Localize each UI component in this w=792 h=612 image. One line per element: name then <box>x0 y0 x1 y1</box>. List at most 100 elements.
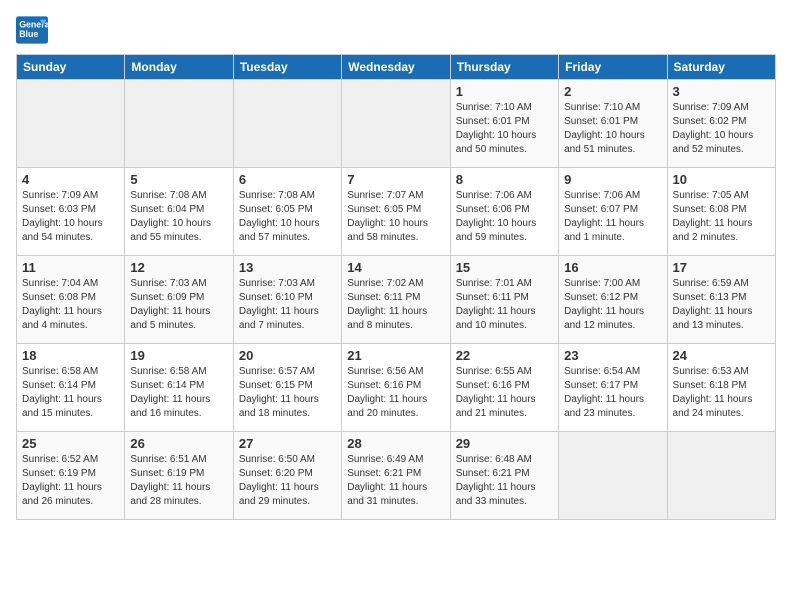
calendar-cell: 24 Sunrise: 6:53 AMSunset: 6:18 PMDayligh… <box>667 344 775 432</box>
weekday-header-monday: Monday <box>125 55 233 80</box>
day-number: 26 <box>130 436 227 451</box>
day-number: 15 <box>456 260 553 275</box>
calendar-cell: 23Sunrise: 6:54 AMSunset: 6:17 PMDayligh… <box>559 344 667 432</box>
day-number: 18 <box>22 348 119 363</box>
calendar-cell: 14 Sunrise: 7:02 AMSunset: 6:11 PMDayligh… <box>342 256 450 344</box>
calendar-cell <box>667 432 775 520</box>
day-number: 22 <box>456 348 553 363</box>
day-info: Sunrise: 7:08 AMSunset: 6:04 PMDaylight:… <box>130 189 227 245</box>
day-number: 6 <box>239 172 336 187</box>
day-info: Sunrise: 7:06 AMSunset: 6:07 PMDaylight:… <box>564 189 661 245</box>
day-number: 5 <box>130 172 227 187</box>
day-info: Sunrise: 6:58 AMSunset: 6:14 PMDaylight:… <box>22 365 119 421</box>
calendar-cell <box>233 80 341 168</box>
day-number: 24 <box>673 348 770 363</box>
calendar-table: SundayMondayTuesdayWednesdayThursdayFrid… <box>16 54 776 520</box>
day-info: Sunrise: 7:03 AMSunset: 6:10 PMDaylight:… <box>239 277 336 333</box>
day-number: 12 <box>130 260 227 275</box>
svg-text:Blue: Blue <box>19 29 38 39</box>
logo-icon: General Blue <box>16 16 48 44</box>
weekday-header-tuesday: Tuesday <box>233 55 341 80</box>
day-number: 25 <box>22 436 119 451</box>
day-info: Sunrise: 6:58 AMSunset: 6:14 PMDaylight:… <box>130 365 227 421</box>
page-header: General Blue <box>16 16 776 44</box>
day-number: 23 <box>564 348 661 363</box>
calendar-cell: 1 Sunrise: 7:10 AMSunset: 6:01 PMDaylight… <box>450 80 558 168</box>
calendar-cell: 19 Sunrise: 6:58 AMSunset: 6:14 PMDayligh… <box>125 344 233 432</box>
day-number: 21 <box>347 348 444 363</box>
day-info: Sunrise: 7:03 AMSunset: 6:09 PMDaylight:… <box>130 277 227 333</box>
day-info: Sunrise: 7:05 AMSunset: 6:08 PMDaylight:… <box>673 189 770 245</box>
calendar-cell: 29 Sunrise: 6:48 AMSunset: 6:21 PMDayligh… <box>450 432 558 520</box>
calendar-cell: 28 Sunrise: 6:49 AMSunset: 6:21 PMDayligh… <box>342 432 450 520</box>
calendar-cell: 26 Sunrise: 6:51 AMSunset: 6:19 PMDayligh… <box>125 432 233 520</box>
calendar-cell <box>559 432 667 520</box>
day-number: 29 <box>456 436 553 451</box>
day-info: Sunrise: 7:08 AMSunset: 6:05 PMDaylight:… <box>239 189 336 245</box>
calendar-cell <box>342 80 450 168</box>
day-number: 8 <box>456 172 553 187</box>
day-number: 13 <box>239 260 336 275</box>
calendar-cell <box>17 80 125 168</box>
day-info: Sunrise: 6:49 AMSunset: 6:21 PMDaylight:… <box>347 453 444 509</box>
day-info: Sunrise: 6:53 AMSunset: 6:18 PMDaylight:… <box>673 365 770 421</box>
weekday-header-thursday: Thursday <box>450 55 558 80</box>
day-info: Sunrise: 6:56 AMSunset: 6:16 PMDaylight:… <box>347 365 444 421</box>
weekday-header-saturday: Saturday <box>667 55 775 80</box>
calendar-cell: 6 Sunrise: 7:08 AMSunset: 6:05 PMDaylight… <box>233 168 341 256</box>
day-number: 3 <box>673 84 770 99</box>
day-number: 20 <box>239 348 336 363</box>
day-number: 1 <box>456 84 553 99</box>
calendar-cell: 21 Sunrise: 6:56 AMSunset: 6:16 PMDayligh… <box>342 344 450 432</box>
day-number: 7 <box>347 172 444 187</box>
day-number: 9 <box>564 172 661 187</box>
day-number: 2 <box>564 84 661 99</box>
day-number: 14 <box>347 260 444 275</box>
day-number: 10 <box>673 172 770 187</box>
calendar-cell: 4 Sunrise: 7:09 AMSunset: 6:03 PMDaylight… <box>17 168 125 256</box>
calendar-cell: 18 Sunrise: 6:58 AMSunset: 6:14 PMDayligh… <box>17 344 125 432</box>
calendar-cell: 27 Sunrise: 6:50 AMSunset: 6:20 PMDayligh… <box>233 432 341 520</box>
day-info: Sunrise: 7:10 AMSunset: 6:01 PMDaylight:… <box>564 101 661 157</box>
day-info: Sunrise: 7:06 AMSunset: 6:06 PMDaylight:… <box>456 189 553 245</box>
calendar-cell: 3 Sunrise: 7:09 AMSunset: 6:02 PMDaylight… <box>667 80 775 168</box>
calendar-cell: 9 Sunrise: 7:06 AMSunset: 6:07 PMDaylight… <box>559 168 667 256</box>
calendar-cell: 11Sunrise: 7:04 AMSunset: 6:08 PMDayligh… <box>17 256 125 344</box>
calendar-cell: 20 Sunrise: 6:57 AMSunset: 6:15 PMDayligh… <box>233 344 341 432</box>
day-number: 19 <box>130 348 227 363</box>
calendar-cell: 7 Sunrise: 7:07 AMSunset: 6:05 PMDaylight… <box>342 168 450 256</box>
day-number: 4 <box>22 172 119 187</box>
day-info: Sunrise: 6:50 AMSunset: 6:20 PMDaylight:… <box>239 453 336 509</box>
day-info: Sunrise: 7:02 AMSunset: 6:11 PMDaylight:… <box>347 277 444 333</box>
logo: General Blue <box>16 16 48 44</box>
calendar-cell: 5 Sunrise: 7:08 AMSunset: 6:04 PMDaylight… <box>125 168 233 256</box>
day-number: 27 <box>239 436 336 451</box>
calendar-cell: 10 Sunrise: 7:05 AMSunset: 6:08 PMDayligh… <box>667 168 775 256</box>
weekday-header-wednesday: Wednesday <box>342 55 450 80</box>
calendar-cell: 16Sunrise: 7:00 AMSunset: 6:12 PMDayligh… <box>559 256 667 344</box>
calendar-cell: 2 Sunrise: 7:10 AMSunset: 6:01 PMDaylight… <box>559 80 667 168</box>
calendar-cell <box>125 80 233 168</box>
day-info: Sunrise: 6:52 AMSunset: 6:19 PMDaylight:… <box>22 453 119 509</box>
day-info: Sunrise: 7:09 AMSunset: 6:03 PMDaylight:… <box>22 189 119 245</box>
day-number: 17 <box>673 260 770 275</box>
day-info: Sunrise: 6:55 AMSunset: 6:16 PMDaylight:… <box>456 365 553 421</box>
day-info: Sunrise: 7:07 AMSunset: 6:05 PMDaylight:… <box>347 189 444 245</box>
calendar-cell: 8 Sunrise: 7:06 AMSunset: 6:06 PMDaylight… <box>450 168 558 256</box>
day-info: Sunrise: 6:57 AMSunset: 6:15 PMDaylight:… <box>239 365 336 421</box>
day-info: Sunrise: 7:04 AMSunset: 6:08 PMDaylight:… <box>22 277 119 333</box>
day-info: Sunrise: 7:10 AMSunset: 6:01 PMDaylight:… <box>456 101 553 157</box>
calendar-cell: 17 Sunrise: 6:59 AMSunset: 6:13 PMDayligh… <box>667 256 775 344</box>
calendar-cell: 15 Sunrise: 7:01 AMSunset: 6:11 PMDayligh… <box>450 256 558 344</box>
day-info: Sunrise: 7:09 AMSunset: 6:02 PMDaylight:… <box>673 101 770 157</box>
day-info: Sunrise: 6:51 AMSunset: 6:19 PMDaylight:… <box>130 453 227 509</box>
day-info: Sunrise: 6:48 AMSunset: 6:21 PMDaylight:… <box>456 453 553 509</box>
calendar-cell: 13 Sunrise: 7:03 AMSunset: 6:10 PMDayligh… <box>233 256 341 344</box>
day-info: Sunrise: 7:01 AMSunset: 6:11 PMDaylight:… <box>456 277 553 333</box>
day-info: Sunrise: 6:59 AMSunset: 6:13 PMDaylight:… <box>673 277 770 333</box>
weekday-header-friday: Friday <box>559 55 667 80</box>
calendar-cell: 25 Sunrise: 6:52 AMSunset: 6:19 PMDayligh… <box>17 432 125 520</box>
day-number: 16 <box>564 260 661 275</box>
day-number: 28 <box>347 436 444 451</box>
calendar-cell: 12 Sunrise: 7:03 AMSunset: 6:09 PMDayligh… <box>125 256 233 344</box>
